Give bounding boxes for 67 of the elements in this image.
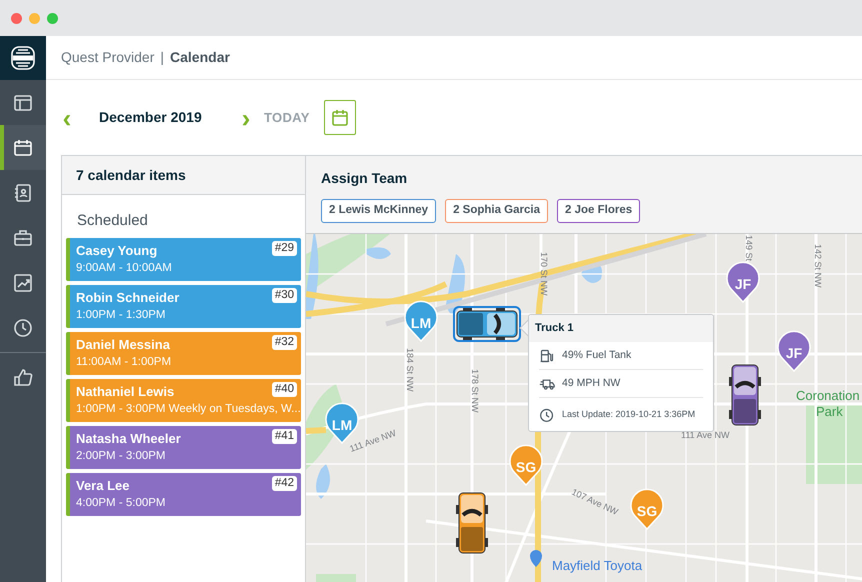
event-name: Natasha Wheeler [76, 430, 181, 448]
popup-detail: Last Update: 2019-10-21 3:36PM [562, 408, 696, 421]
breadcrumb[interactable]: Quest Provider [61, 47, 154, 68]
event-name: Daniel Messina [76, 336, 170, 354]
clock-icon [13, 318, 33, 338]
job-number-badge: #30 [272, 288, 297, 302]
team-filter-chip[interactable]: 2 Lewis McKinney [321, 199, 436, 223]
map-label: 142 St NW [813, 244, 823, 288]
team-filter-chip[interactable]: 2 Joe Flores [557, 199, 640, 223]
map[interactable]: 184 St NW 178 St NW 170 St NW 149 St 142 St NW 111 Ave NW 111 Ave NW 107 Ave NW Coronation Park Mayfield Toyota LM LM SG SG JF JF Truck 1 49% Fuel Tank 49 MPH NW Last Update: 2019-10-21 3:36PM [306, 234, 862, 582]
map-label: Mayfield Toyota [552, 558, 642, 573]
popup-detail: 49% Fuel Tank [562, 348, 632, 363]
map-pin[interactable]: JF [777, 330, 811, 372]
panel-title: 7 calendar items [76, 166, 186, 184]
event-time: 9:00AM - 10:00AM [76, 260, 172, 276]
job-number-badge: #29 [272, 240, 297, 256]
thumbs-up-icon [13, 368, 33, 388]
briefcase-icon [13, 228, 33, 248]
calendar-icon [13, 138, 33, 158]
truck-icon[interactable] [453, 306, 521, 342]
map-label: 111 Ave NW [681, 430, 730, 440]
calendar-icon [330, 108, 349, 126]
place-marker-icon [530, 550, 542, 567]
map-label: Park [816, 404, 843, 419]
calendar-item[interactable]: Natasha Wheeler 2:00PM - 3:00PM #41 [66, 426, 301, 468]
event-time: 1:00PM - 1:30PM [76, 308, 166, 322]
calendar-item[interactable]: Daniel Messina 11:00AM - 1:00PM #32 [66, 332, 301, 374]
popup-title: Truck 1 [535, 321, 574, 336]
truck-icon[interactable] [729, 364, 761, 426]
sidebar-item[interactable] [0, 125, 46, 170]
event-time: 2:00PM - 3:00PM [76, 448, 166, 464]
event-name: Casey Young [76, 242, 158, 260]
section-heading: Scheduled [77, 211, 149, 231]
map-label: Coronation [796, 388, 860, 403]
event-name: Robin Schneider [76, 288, 180, 306]
truck-icon[interactable] [456, 492, 488, 554]
page-title: Calendar [170, 48, 230, 67]
event-name: Vera Lee [76, 476, 130, 494]
month-label: December 2019 [99, 108, 203, 127]
event-time: 1:00PM - 3:00PM Weekly on Tuesdays, W... [76, 402, 301, 416]
map-pin[interactable]: JF [726, 262, 760, 303]
job-number-badge: #40 [272, 382, 297, 396]
event-name: Nathaniel Lewis [76, 382, 174, 400]
job-number-badge: #42 [272, 476, 297, 490]
breadcrumb-separator: | [160, 48, 164, 67]
map-label: 107 Ave NW [570, 486, 620, 517]
panel-title: Assign Team [321, 169, 408, 188]
map-label: 184 St NW [405, 348, 415, 392]
calendar-item[interactable]: Robin Schneider 1:00PM - 1:30PM #30 [66, 284, 301, 328]
map-label: 170 St NW [539, 252, 549, 296]
job-number-badge: #41 [272, 428, 297, 444]
event-time: 4:00PM - 5:00PM [76, 496, 166, 510]
popup-detail: 49 MPH NW [562, 376, 620, 391]
calendar-item[interactable]: Vera Lee 4:00PM - 5:00PM #42 [66, 472, 301, 516]
logo-icon [10, 45, 36, 71]
calendar-item[interactable]: Nathaniel Lewis 1:00PM - 3:00PM Weekly on Tuesdays, W... #40 [66, 378, 301, 422]
map-label: 149 St [744, 235, 754, 262]
fuel-pump-icon [539, 348, 555, 364]
contact-book-icon [13, 182, 33, 202]
event-time: 11:00AM - 1:00PM [76, 354, 172, 370]
calendar-item[interactable]: Casey Young 9:00AM - 10:00AM #29 [66, 238, 301, 280]
team-filter-chip[interactable]: 2 Sophia Garcia [445, 199, 548, 223]
chart-icon [13, 272, 33, 292]
clock-icon [539, 406, 555, 422]
layout-icon [13, 92, 33, 112]
job-number-badge: #32 [272, 334, 297, 350]
map-label: 178 St NW [470, 369, 480, 413]
